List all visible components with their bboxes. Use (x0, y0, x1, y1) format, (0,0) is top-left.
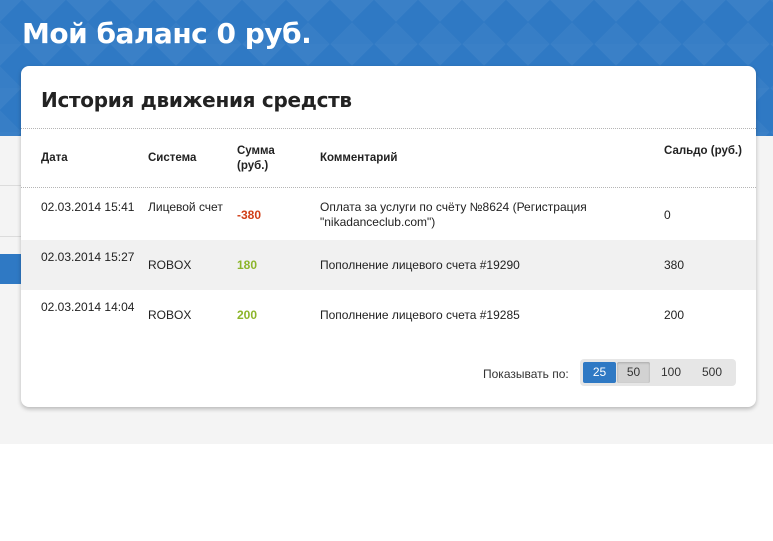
page-size-option-50[interactable]: 50 (617, 362, 650, 383)
column-header-comment: Комментарий (320, 152, 398, 164)
cell-system: Лицевой счет (148, 200, 223, 214)
history-title: История движения средств (41, 88, 352, 112)
page-size-option-100[interactable]: 100 (652, 362, 690, 383)
balance-title: Мой баланс 0 руб. (22, 17, 312, 50)
cell-comment: Оплата за услуги по счёту №8624 (Регистр… (320, 200, 587, 229)
cell-sum: 200 (237, 308, 258, 322)
cell-saldo: 200 (664, 308, 685, 322)
column-header-saldo: Сальдо (руб.) (664, 145, 742, 157)
cell-comment: Пополнение лицевого счета #19285 (320, 308, 520, 322)
cell-date: 02.03.2014 15:27 (41, 250, 135, 264)
page-size-selector: 25 50 100 500 (580, 359, 736, 386)
cell-sum: -380 (237, 208, 262, 222)
page-size-option-25[interactable]: 25 (583, 362, 616, 383)
sidebar-divider (0, 185, 22, 186)
cell-date: 02.03.2014 14:04 (41, 300, 135, 314)
table-row: 02.03.2014 15:27 ROBOX 180 Пополнение ли… (21, 240, 756, 290)
cell-system: ROBOX (148, 308, 192, 322)
pager-label: Показывать по: (483, 367, 569, 381)
sidebar-divider (0, 236, 22, 237)
column-header-system: Система (148, 152, 197, 164)
sidebar-active-marker[interactable] (0, 254, 32, 284)
cell-sum: 180 (237, 258, 258, 272)
cell-saldo: 0 (664, 208, 671, 222)
cell-comment: Пополнение лицевого счета #19290 (320, 258, 520, 272)
cell-date: 02.03.2014 15:41 (41, 200, 135, 214)
table-row: 02.03.2014 15:41 Лицевой счет -380 Оплат… (21, 190, 756, 240)
history-card: История движения средств Дата Система Су… (21, 66, 756, 407)
page-size-option-500[interactable]: 500 (692, 362, 732, 383)
column-header-sum: Сумма (руб.) (237, 145, 275, 172)
cell-saldo: 380 (664, 258, 685, 272)
table-header: Дата Система Сумма (руб.) Комментарий Са… (21, 129, 756, 188)
cell-system: ROBOX (148, 258, 192, 272)
table-row: 02.03.2014 14:04 ROBOX 200 Пополнение ли… (21, 290, 756, 340)
column-header-date: Дата (41, 152, 68, 164)
